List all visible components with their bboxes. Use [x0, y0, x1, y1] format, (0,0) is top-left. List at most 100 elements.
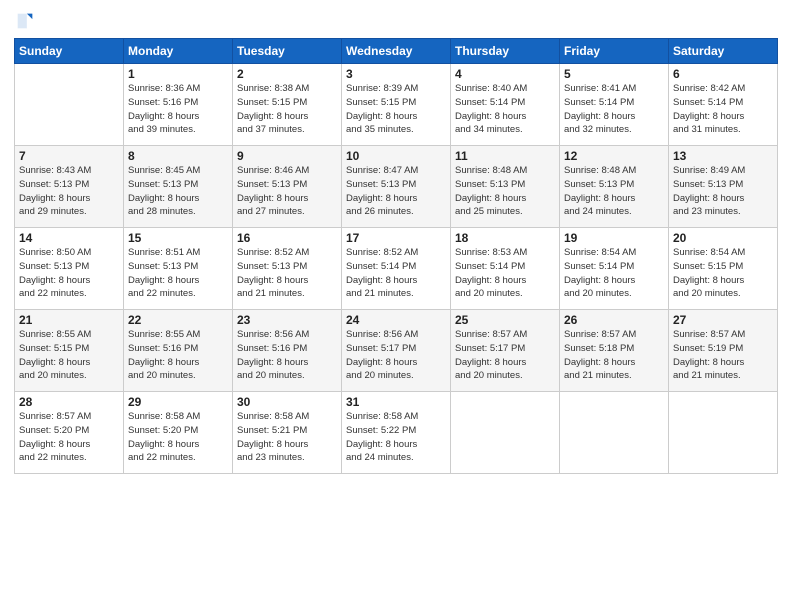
day-number: 25 [455, 313, 555, 327]
calendar-table: SundayMondayTuesdayWednesdayThursdayFrid… [14, 38, 778, 474]
calendar-cell: 30Sunrise: 8:58 AM Sunset: 5:21 PM Dayli… [233, 392, 342, 474]
calendar-cell: 16Sunrise: 8:52 AM Sunset: 5:13 PM Dayli… [233, 228, 342, 310]
calendar-cell: 4Sunrise: 8:40 AM Sunset: 5:14 PM Daylig… [451, 64, 560, 146]
calendar-week-row: 14Sunrise: 8:50 AM Sunset: 5:13 PM Dayli… [15, 228, 778, 310]
day-number: 21 [19, 313, 119, 327]
calendar-cell: 15Sunrise: 8:51 AM Sunset: 5:13 PM Dayli… [124, 228, 233, 310]
day-number: 11 [455, 149, 555, 163]
calendar-week-row: 1Sunrise: 8:36 AM Sunset: 5:16 PM Daylig… [15, 64, 778, 146]
col-header-sunday: Sunday [15, 39, 124, 64]
calendar-cell: 7Sunrise: 8:43 AM Sunset: 5:13 PM Daylig… [15, 146, 124, 228]
day-number: 18 [455, 231, 555, 245]
day-number: 23 [237, 313, 337, 327]
day-number: 17 [346, 231, 446, 245]
day-number: 29 [128, 395, 228, 409]
day-number: 6 [673, 67, 773, 81]
calendar-cell: 3Sunrise: 8:39 AM Sunset: 5:15 PM Daylig… [342, 64, 451, 146]
day-info: Sunrise: 8:40 AM Sunset: 5:14 PM Dayligh… [455, 82, 555, 137]
calendar-cell: 6Sunrise: 8:42 AM Sunset: 5:14 PM Daylig… [669, 64, 778, 146]
day-info: Sunrise: 8:36 AM Sunset: 5:16 PM Dayligh… [128, 82, 228, 137]
calendar-cell: 2Sunrise: 8:38 AM Sunset: 5:15 PM Daylig… [233, 64, 342, 146]
calendar-cell: 28Sunrise: 8:57 AM Sunset: 5:20 PM Dayli… [15, 392, 124, 474]
day-number: 9 [237, 149, 337, 163]
calendar-cell: 10Sunrise: 8:47 AM Sunset: 5:13 PM Dayli… [342, 146, 451, 228]
calendar-cell: 20Sunrise: 8:54 AM Sunset: 5:15 PM Dayli… [669, 228, 778, 310]
day-number: 8 [128, 149, 228, 163]
calendar-cell: 26Sunrise: 8:57 AM Sunset: 5:18 PM Dayli… [560, 310, 669, 392]
col-header-thursday: Thursday [451, 39, 560, 64]
calendar-cell: 27Sunrise: 8:57 AM Sunset: 5:19 PM Dayli… [669, 310, 778, 392]
calendar-week-row: 7Sunrise: 8:43 AM Sunset: 5:13 PM Daylig… [15, 146, 778, 228]
col-header-saturday: Saturday [669, 39, 778, 64]
day-number: 31 [346, 395, 446, 409]
day-info: Sunrise: 8:57 AM Sunset: 5:17 PM Dayligh… [455, 328, 555, 383]
day-info: Sunrise: 8:39 AM Sunset: 5:15 PM Dayligh… [346, 82, 446, 137]
calendar-cell [451, 392, 560, 474]
day-info: Sunrise: 8:56 AM Sunset: 5:16 PM Dayligh… [237, 328, 337, 383]
day-number: 4 [455, 67, 555, 81]
day-info: Sunrise: 8:56 AM Sunset: 5:17 PM Dayligh… [346, 328, 446, 383]
calendar-header-row: SundayMondayTuesdayWednesdayThursdayFrid… [15, 39, 778, 64]
day-info: Sunrise: 8:57 AM Sunset: 5:18 PM Dayligh… [564, 328, 664, 383]
day-number: 28 [19, 395, 119, 409]
calendar-cell [560, 392, 669, 474]
day-info: Sunrise: 8:47 AM Sunset: 5:13 PM Dayligh… [346, 164, 446, 219]
day-info: Sunrise: 8:58 AM Sunset: 5:21 PM Dayligh… [237, 410, 337, 465]
day-info: Sunrise: 8:45 AM Sunset: 5:13 PM Dayligh… [128, 164, 228, 219]
day-info: Sunrise: 8:50 AM Sunset: 5:13 PM Dayligh… [19, 246, 119, 301]
day-number: 10 [346, 149, 446, 163]
col-header-monday: Monday [124, 39, 233, 64]
page-container: SundayMondayTuesdayWednesdayThursdayFrid… [0, 0, 792, 612]
calendar-cell: 8Sunrise: 8:45 AM Sunset: 5:13 PM Daylig… [124, 146, 233, 228]
calendar-cell: 18Sunrise: 8:53 AM Sunset: 5:14 PM Dayli… [451, 228, 560, 310]
calendar-week-row: 21Sunrise: 8:55 AM Sunset: 5:15 PM Dayli… [15, 310, 778, 392]
day-info: Sunrise: 8:54 AM Sunset: 5:15 PM Dayligh… [673, 246, 773, 301]
calendar-cell: 29Sunrise: 8:58 AM Sunset: 5:20 PM Dayli… [124, 392, 233, 474]
day-info: Sunrise: 8:57 AM Sunset: 5:19 PM Dayligh… [673, 328, 773, 383]
day-info: Sunrise: 8:55 AM Sunset: 5:16 PM Dayligh… [128, 328, 228, 383]
day-number: 19 [564, 231, 664, 245]
calendar-cell: 22Sunrise: 8:55 AM Sunset: 5:16 PM Dayli… [124, 310, 233, 392]
logo [14, 10, 38, 32]
day-info: Sunrise: 8:54 AM Sunset: 5:14 PM Dayligh… [564, 246, 664, 301]
calendar-cell: 25Sunrise: 8:57 AM Sunset: 5:17 PM Dayli… [451, 310, 560, 392]
day-info: Sunrise: 8:48 AM Sunset: 5:13 PM Dayligh… [455, 164, 555, 219]
day-number: 1 [128, 67, 228, 81]
col-header-wednesday: Wednesday [342, 39, 451, 64]
day-number: 13 [673, 149, 773, 163]
day-number: 22 [128, 313, 228, 327]
day-info: Sunrise: 8:46 AM Sunset: 5:13 PM Dayligh… [237, 164, 337, 219]
day-info: Sunrise: 8:38 AM Sunset: 5:15 PM Dayligh… [237, 82, 337, 137]
calendar-body: 1Sunrise: 8:36 AM Sunset: 5:16 PM Daylig… [15, 64, 778, 474]
day-number: 14 [19, 231, 119, 245]
calendar-cell: 9Sunrise: 8:46 AM Sunset: 5:13 PM Daylig… [233, 146, 342, 228]
day-number: 26 [564, 313, 664, 327]
day-number: 27 [673, 313, 773, 327]
calendar-cell: 21Sunrise: 8:55 AM Sunset: 5:15 PM Dayli… [15, 310, 124, 392]
day-number: 2 [237, 67, 337, 81]
calendar-cell: 23Sunrise: 8:56 AM Sunset: 5:16 PM Dayli… [233, 310, 342, 392]
day-info: Sunrise: 8:41 AM Sunset: 5:14 PM Dayligh… [564, 82, 664, 137]
day-info: Sunrise: 8:52 AM Sunset: 5:13 PM Dayligh… [237, 246, 337, 301]
calendar-cell: 1Sunrise: 8:36 AM Sunset: 5:16 PM Daylig… [124, 64, 233, 146]
calendar-cell: 11Sunrise: 8:48 AM Sunset: 5:13 PM Dayli… [451, 146, 560, 228]
day-info: Sunrise: 8:48 AM Sunset: 5:13 PM Dayligh… [564, 164, 664, 219]
day-info: Sunrise: 8:52 AM Sunset: 5:14 PM Dayligh… [346, 246, 446, 301]
calendar-cell: 13Sunrise: 8:49 AM Sunset: 5:13 PM Dayli… [669, 146, 778, 228]
day-info: Sunrise: 8:58 AM Sunset: 5:20 PM Dayligh… [128, 410, 228, 465]
day-info: Sunrise: 8:42 AM Sunset: 5:14 PM Dayligh… [673, 82, 773, 137]
day-info: Sunrise: 8:58 AM Sunset: 5:22 PM Dayligh… [346, 410, 446, 465]
day-number: 15 [128, 231, 228, 245]
calendar-cell: 17Sunrise: 8:52 AM Sunset: 5:14 PM Dayli… [342, 228, 451, 310]
day-info: Sunrise: 8:49 AM Sunset: 5:13 PM Dayligh… [673, 164, 773, 219]
day-info: Sunrise: 8:51 AM Sunset: 5:13 PM Dayligh… [128, 246, 228, 301]
calendar-cell [15, 64, 124, 146]
calendar-cell: 31Sunrise: 8:58 AM Sunset: 5:22 PM Dayli… [342, 392, 451, 474]
day-number: 5 [564, 67, 664, 81]
header [14, 10, 778, 32]
day-number: 3 [346, 67, 446, 81]
logo-icon [14, 10, 36, 32]
day-number: 7 [19, 149, 119, 163]
calendar-week-row: 28Sunrise: 8:57 AM Sunset: 5:20 PM Dayli… [15, 392, 778, 474]
col-header-tuesday: Tuesday [233, 39, 342, 64]
